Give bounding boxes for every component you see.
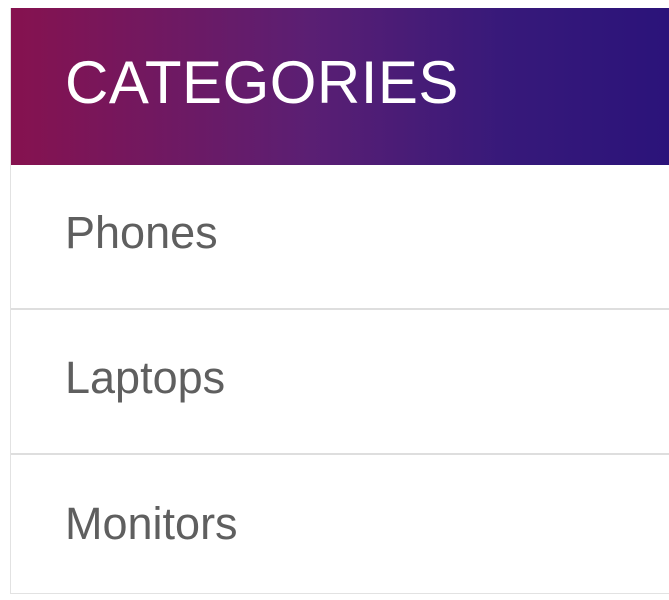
categories-panel: CATEGORIES Phones Laptops Monitors: [10, 8, 669, 594]
categories-header: CATEGORIES: [11, 8, 669, 165]
category-item-monitors[interactable]: Monitors: [11, 455, 669, 600]
category-item-phones[interactable]: Phones: [11, 165, 669, 310]
categories-list: Phones Laptops Monitors: [11, 165, 669, 600]
category-label: Laptops: [65, 352, 226, 403]
category-label: Phones: [65, 207, 218, 258]
category-item-laptops[interactable]: Laptops: [11, 310, 669, 455]
categories-title: CATEGORIES: [65, 48, 459, 116]
category-label: Monitors: [65, 498, 238, 549]
